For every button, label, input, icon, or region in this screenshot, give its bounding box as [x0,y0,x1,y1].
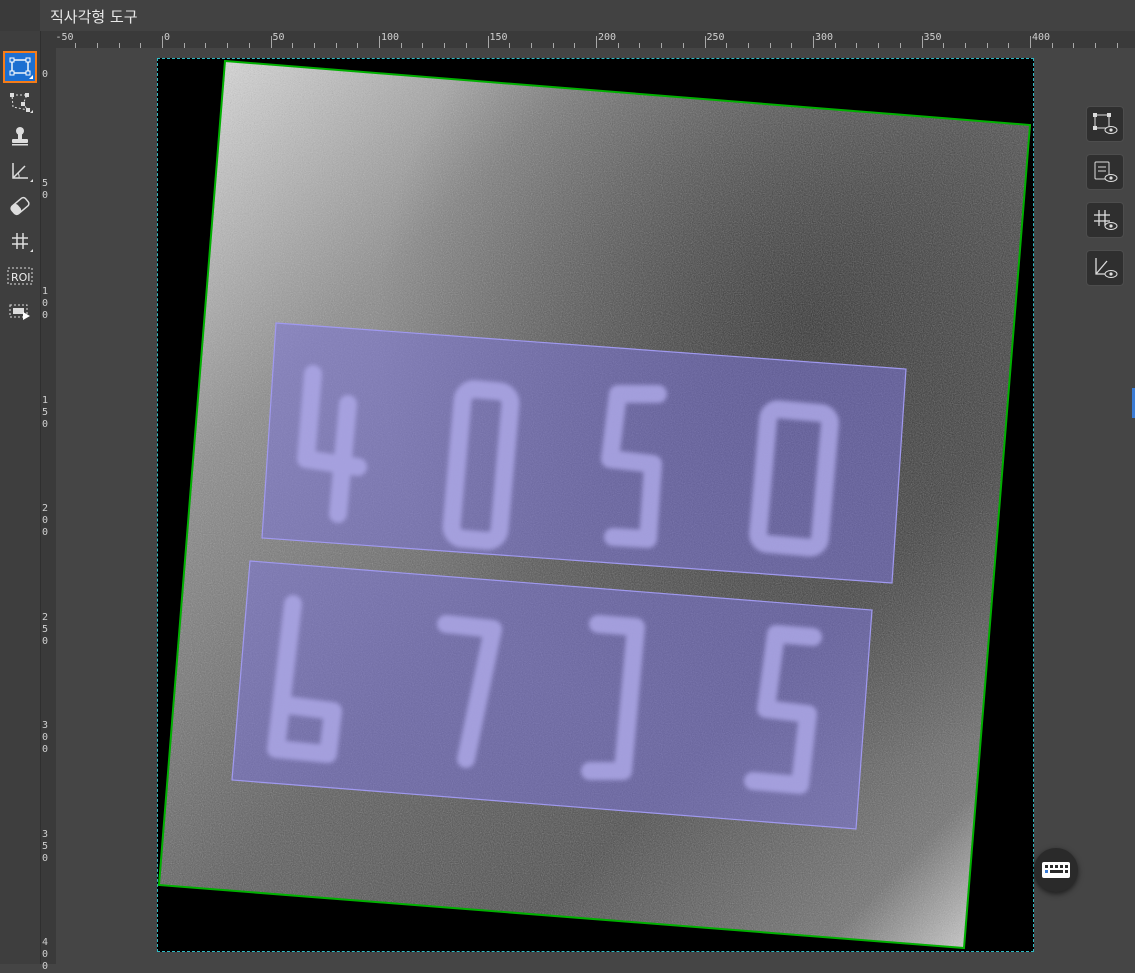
title-bar-corner [0,0,40,31]
region-play-tool-button[interactable] [3,295,37,327]
ruler-label: 1 0 0 [42,286,49,321]
ruler-label: 0 [164,32,171,43]
ruler-label: 150 [489,32,508,43]
ruler-label: 350 [923,32,942,43]
ruler-label: 2 0 0 [42,503,49,538]
ruler-corner [40,31,56,48]
image-bounds [157,58,1034,952]
ruler-tick [704,36,706,48]
ruler-label: 300 [815,32,834,43]
show-grid-icon [1094,210,1118,230]
image-canvas[interactable] [56,48,1135,964]
annotation-box-1[interactable] [261,322,907,584]
left-toolbar: ROI [0,31,41,964]
show-labels-icon [1094,161,1118,182]
horizontal-ruler: -50050100150200250300350400450 [56,31,1135,48]
inspection-image [158,59,1032,950]
keyboard-button[interactable] [1034,848,1078,892]
ruler-label: 5 0 [42,177,49,201]
tool-title: 직사각형 도구 [50,8,138,26]
show-shapes-icon [1093,113,1118,134]
stamp-tool-icon [12,127,28,146]
ruler-label: 1 5 0 [42,394,49,430]
angle-tool-button[interactable] [3,155,37,187]
toggle-grid-visibility-button[interactable] [1086,202,1124,238]
show-angle-icon [1095,258,1118,278]
title-bar: 직사각형 도구 [0,0,1135,31]
polygon-tool-icon [10,93,30,112]
ruler-tick [1030,36,1031,48]
ruler-label: 0 [42,69,49,80]
ruler-label: 400 [1032,32,1051,43]
region-play-tool-icon [9,304,30,320]
roi-label: ROI [11,271,31,284]
ruler-label: 200 [598,32,617,43]
ruler-tick [162,36,163,48]
ruler-label: 3 0 0 [42,720,49,755]
eraser-tool-button[interactable] [3,190,37,222]
polygon-tool-button[interactable] [3,86,37,118]
toggle-shapes-visibility-button[interactable] [1086,106,1124,142]
vertical-ruler: 0 5 0 1 0 0 1 5 0 2 0 0 2 5 0 3 0 0 3 5 0 4 0 0 [40,48,56,972]
stamp-tool-button[interactable] [3,120,37,152]
ruler-label: 50 [272,32,285,43]
keyboard-icon [1042,862,1070,878]
ruler-tick [596,36,597,48]
grid-tool-icon [12,233,28,249]
ruler-tick [270,36,272,48]
ruler-tick [487,36,489,48]
rectangle-tool-button[interactable] [3,51,37,83]
roi-tool-button[interactable]: ROI [3,260,37,292]
ruler-label: 100 [381,32,400,43]
ruler-label: 2 5 0 [42,611,49,647]
eraser-tool-icon [10,196,30,216]
grid-tool-button[interactable] [3,225,37,257]
ruler-label: -50 [55,32,74,43]
ruler-tick [921,36,923,48]
toggle-angle-visibility-button[interactable] [1086,250,1124,286]
ruler-tick [813,36,814,48]
angle-tool-icon [12,163,28,179]
ruler-label: 250 [706,32,725,43]
toggle-labels-visibility-button[interactable] [1086,154,1124,190]
ruler-label: 4 0 0 [42,937,49,972]
roi-tool-icon: ROI [7,267,33,285]
rectangle-tool-icon [9,57,31,76]
ruler-tick [379,36,380,48]
ruler-label: 3 5 0 [42,828,49,864]
